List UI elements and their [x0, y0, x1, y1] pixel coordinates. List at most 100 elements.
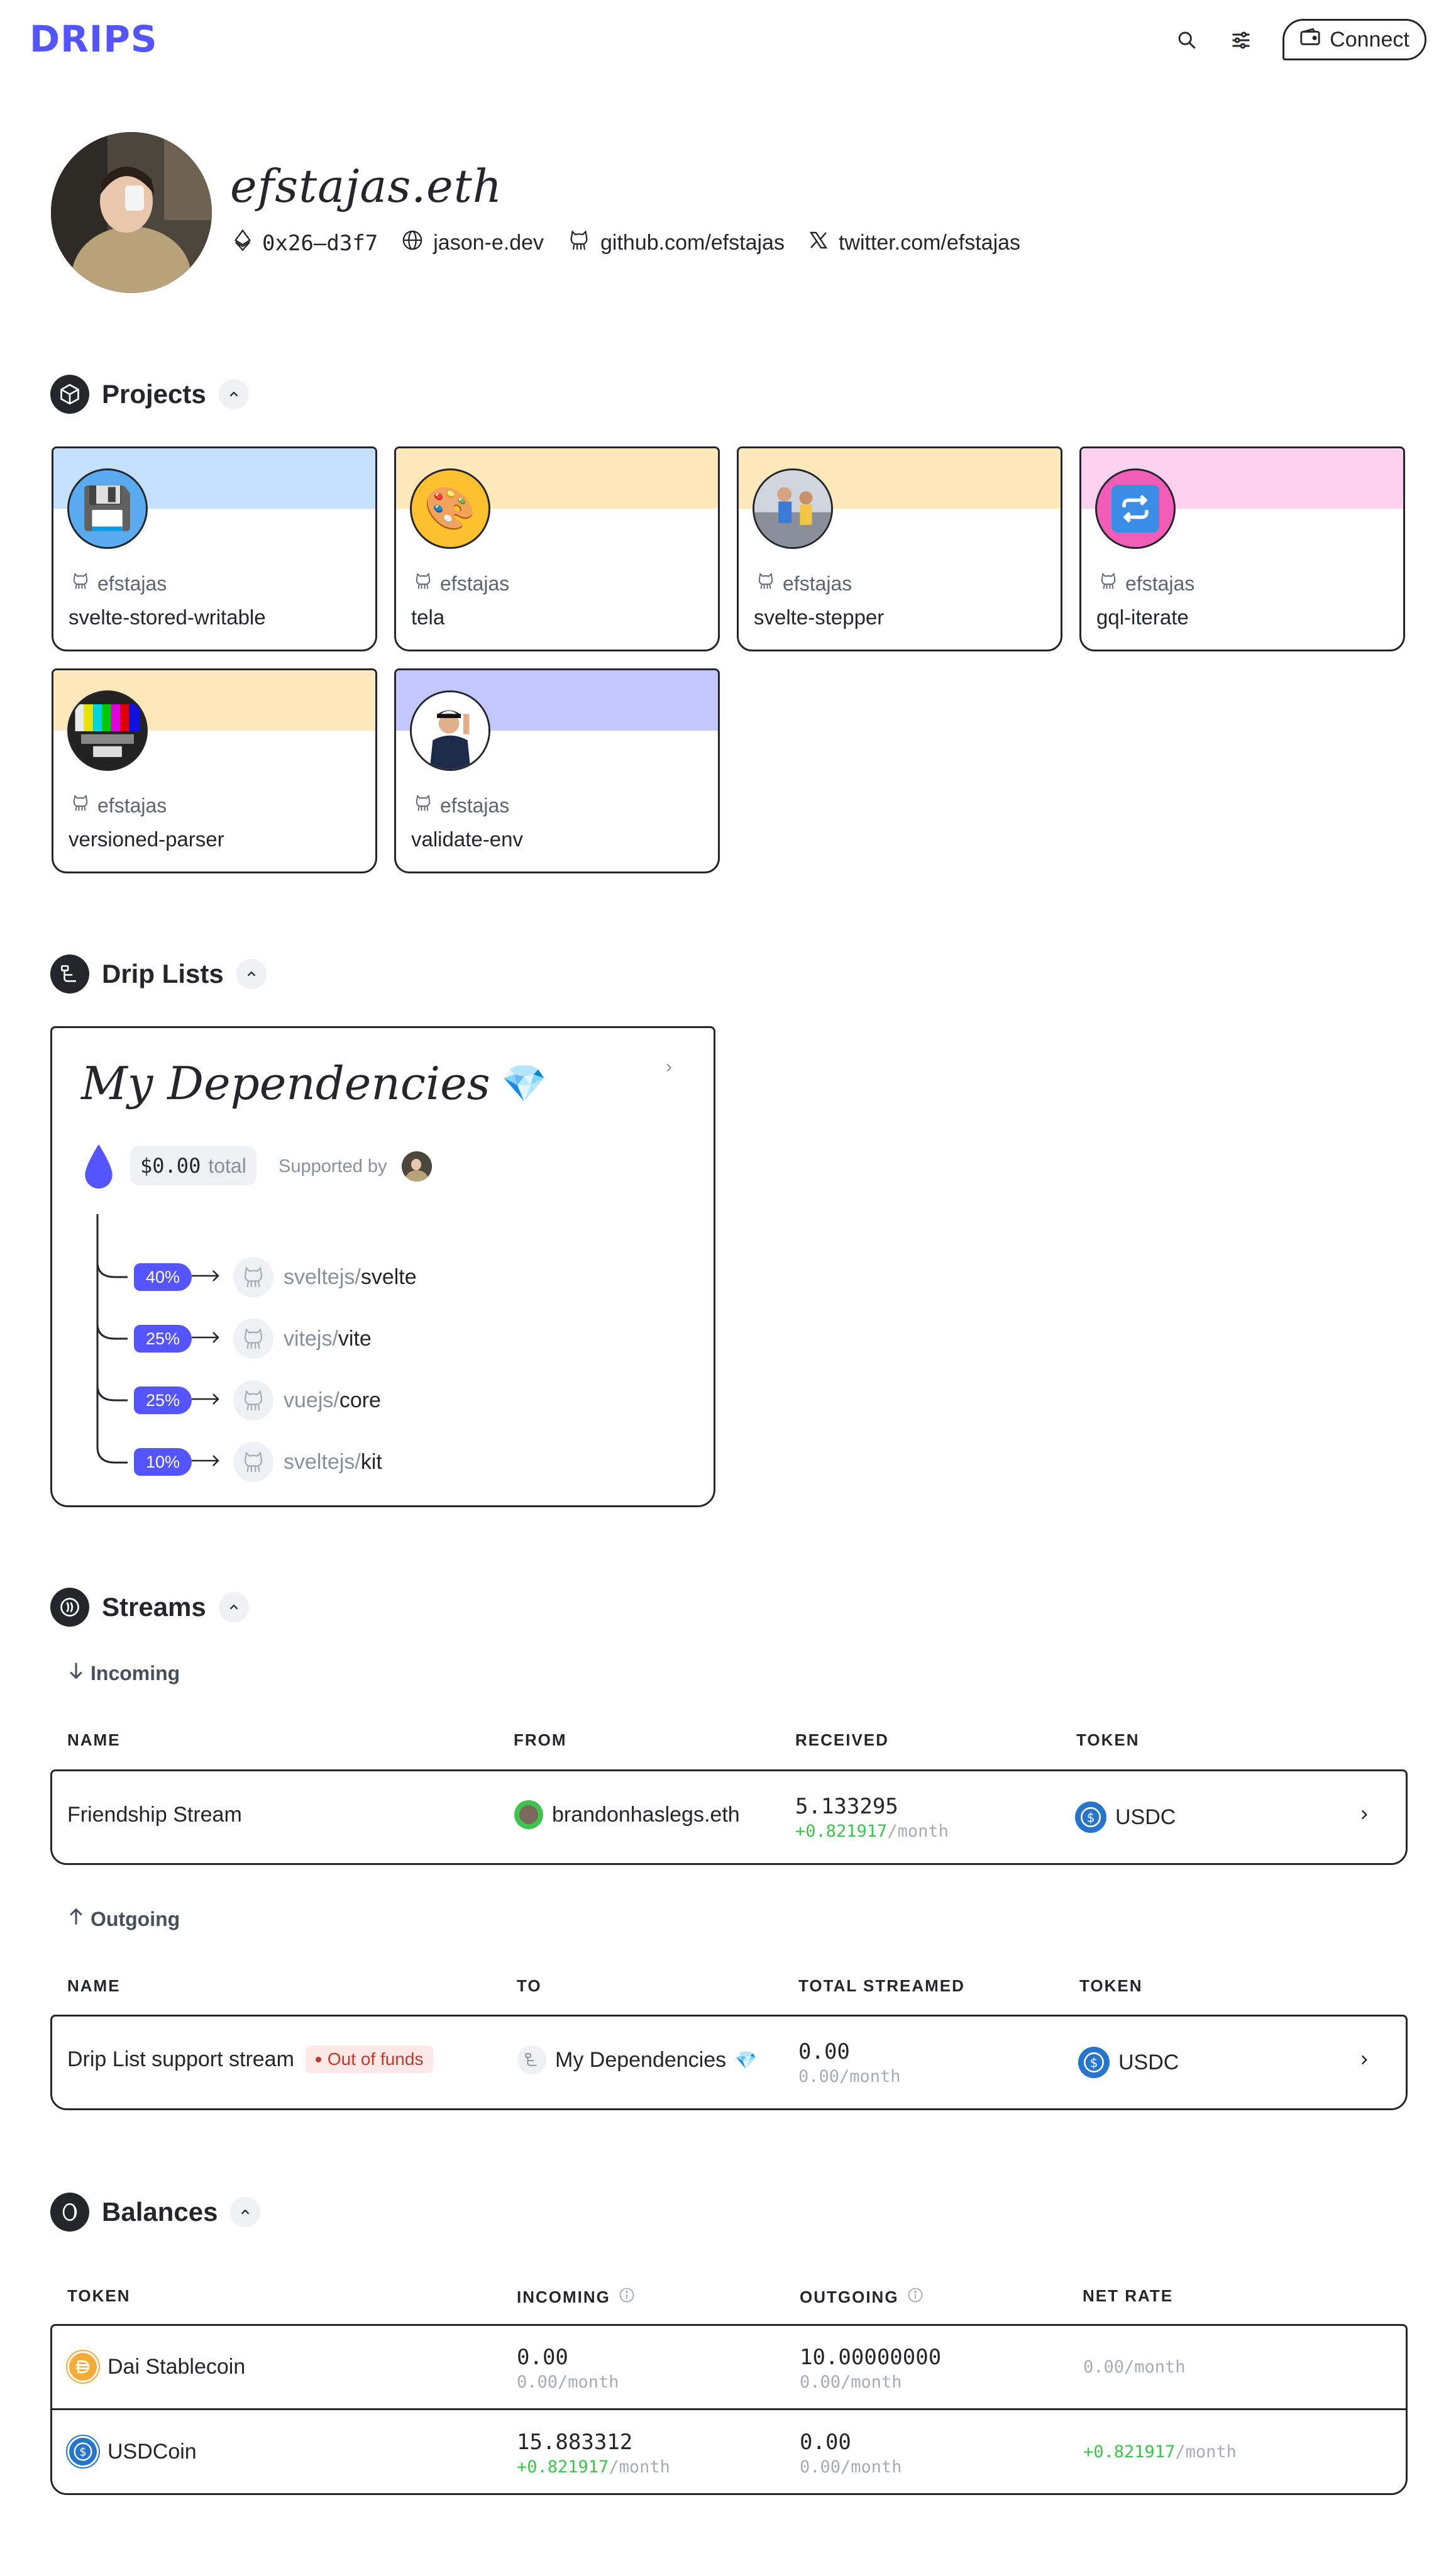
- drip-lists-title: Drip Lists: [102, 959, 224, 988]
- repo-name: core: [339, 1388, 381, 1412]
- repo-owner: vitejs/: [284, 1326, 338, 1351]
- drop-icon: [81, 1143, 116, 1193]
- incoming-amount: 0.00: [517, 2345, 568, 2370]
- column-header-net-rate: NET RATE: [1083, 2286, 1174, 2305]
- projects-title: Projects: [102, 379, 206, 409]
- github-icon: [568, 229, 590, 257]
- incoming-amount: 15.883312: [517, 2430, 633, 2455]
- project-name: gql-iterate: [1096, 606, 1189, 629]
- twitter-text: twitter.com/efstajas: [838, 231, 1021, 255]
- project-owner-name: efstajas: [97, 572, 167, 595]
- arrow-up-icon: [68, 1907, 84, 1931]
- project-card[interactable]: efstajas gql-iterate: [1079, 446, 1405, 651]
- outgoing-rate: 0.00/month: [800, 2372, 902, 2392]
- stream-to[interactable]: My Dependencies 💎: [517, 2045, 757, 2074]
- website-text: jason-e.dev: [433, 231, 544, 255]
- streamed-rate: 0.00/month: [798, 2067, 901, 2086]
- recipient-repo: sveltejs/kit: [284, 1450, 382, 1475]
- chevron-right-icon[interactable]: [1356, 1807, 1372, 1823]
- incoming-rate: +0.821917/month: [517, 2457, 670, 2477]
- github-link[interactable]: github.com/efstajas: [568, 229, 785, 257]
- svg-text:$: $: [79, 2446, 87, 2459]
- wallet-icon: [1299, 28, 1321, 52]
- repo-owner: vuejs/: [284, 1388, 339, 1412]
- table-row[interactable]: Friendship Stream brandonhaslegs.eth 5.1…: [50, 1769, 1408, 1865]
- drip-list-total: $0.00 total: [130, 1146, 256, 1185]
- project-owner[interactable]: efstajas: [414, 794, 509, 817]
- drip-list-title: My Dependencies 💎: [81, 1057, 547, 1110]
- project-card[interactable]: efstajas svelte-stepper: [737, 446, 1062, 651]
- github-icon: [233, 1257, 273, 1297]
- drip-lists-collapse-toggle[interactable]: [236, 959, 267, 989]
- column-header-name: NAME: [67, 1976, 121, 1995]
- recipient-percentage: 25%: [134, 1386, 192, 1414]
- info-icon[interactable]: [618, 2286, 636, 2308]
- floppy-disk-icon: 💾: [67, 468, 148, 549]
- chevron-right-icon[interactable]: [1356, 2052, 1372, 2068]
- project-card[interactable]: efstajas validate-env: [394, 668, 720, 873]
- github-icon: [414, 572, 433, 595]
- recipient-repo: sveltejs/svelte: [284, 1265, 417, 1290]
- project-name: svelte-stored-writable: [69, 606, 266, 629]
- project-owner[interactable]: efstajas: [414, 572, 509, 595]
- balances-collapse-toggle[interactable]: [230, 2197, 261, 2227]
- project-name: svelte-stepper: [754, 606, 885, 629]
- streams-title: Streams: [102, 1592, 206, 1622]
- incoming-label: Incoming: [68, 1661, 180, 1685]
- project-owner[interactable]: efstajas: [71, 794, 167, 817]
- table-row[interactable]: Drip List support stream Out of funds My…: [50, 2015, 1408, 2110]
- column-header-received: RECEIVED: [795, 1730, 889, 1749]
- column-header-outgoing: OUTGOING: [800, 2286, 924, 2308]
- ethereum-address[interactable]: 0x26–d3f7: [233, 229, 378, 257]
- project-card[interactable]: 💾 efstajas svelte-stored-writable: [52, 446, 377, 651]
- gem-icon: 💎: [735, 2050, 758, 2070]
- table-row[interactable]: Dai Stablecoin 0.00 0.00/month 10.000000…: [52, 2326, 1406, 2410]
- search-icon[interactable]: [1168, 21, 1206, 59]
- token-name: Dai Stablecoin: [108, 2354, 246, 2379]
- dai-icon: [67, 2351, 99, 2382]
- info-icon[interactable]: [907, 2286, 924, 2308]
- stream-name: Friendship Stream: [67, 1803, 242, 1827]
- project-name: versioned-parser: [69, 827, 224, 851]
- supporter-avatar[interactable]: [402, 1151, 432, 1181]
- drips-logo[interactable]: DRIPS: [30, 18, 158, 60]
- streams-collapse-toggle[interactable]: [218, 1592, 249, 1622]
- ethereum-icon: [233, 229, 252, 257]
- total-label: total: [208, 1154, 246, 1177]
- out-of-funds-badge: Out of funds: [305, 2045, 434, 2073]
- website-link[interactable]: jason-e.dev: [402, 230, 544, 257]
- drip-list-card[interactable]: My Dependencies 💎 $0.00 total Supported …: [50, 1026, 715, 1507]
- balance-token: Dai Stablecoin: [67, 2351, 245, 2382]
- balances-table: Dai Stablecoin 0.00 0.00/month 10.000000…: [50, 2324, 1408, 2495]
- total-amount: $0.00: [140, 1154, 201, 1178]
- stream-from[interactable]: brandonhaslegs.eth: [514, 1800, 740, 1829]
- outgoing-label: Outgoing: [68, 1907, 180, 1931]
- table-row[interactable]: $ USDCoin 15.883312 +0.821917/month 0.00…: [52, 2412, 1406, 2493]
- project-owner[interactable]: efstajas: [71, 572, 167, 595]
- projects-collapse-toggle[interactable]: [218, 379, 249, 409]
- usdc-icon: $: [1075, 1801, 1106, 1833]
- connect-button[interactable]: Connect: [1282, 19, 1426, 60]
- project-card[interactable]: efstajas versioned-parser: [52, 668, 377, 873]
- drip-list-recipient[interactable]: 10% sveltejs/kit: [134, 1442, 382, 1482]
- project-avatar-photo: [753, 468, 833, 549]
- police-officer-icon: [410, 690, 490, 771]
- repeat-icon: [1095, 468, 1176, 549]
- settings-sliders-icon[interactable]: [1222, 21, 1260, 59]
- received-amount: 5.133295: [795, 1794, 898, 1819]
- project-owner[interactable]: efstajas: [1099, 572, 1194, 595]
- balance-incoming: 15.883312 +0.821917/month: [517, 2430, 670, 2477]
- project-emoji: 🎨: [424, 485, 477, 531]
- token-name: USDCoin: [108, 2439, 197, 2464]
- drip-list-recipient[interactable]: 25% vuejs/core: [134, 1380, 381, 1420]
- drip-list-recipient[interactable]: 25% vitejs/vite: [134, 1319, 372, 1359]
- project-owner[interactable]: efstajas: [756, 572, 852, 595]
- project-name: tela: [411, 606, 445, 629]
- project-card[interactable]: 🎨 efstajas tela: [394, 446, 720, 651]
- project-owner-name: efstajas: [783, 572, 852, 595]
- chevron-right-icon[interactable]: [662, 1061, 676, 1078]
- twitter-link[interactable]: twitter.com/efstajas: [808, 230, 1020, 256]
- stream-total-streamed: 0.00 0.00/month: [798, 2039, 901, 2086]
- github-icon: [756, 572, 775, 595]
- drip-list-recipient[interactable]: 40% sveltejs/svelte: [134, 1257, 417, 1297]
